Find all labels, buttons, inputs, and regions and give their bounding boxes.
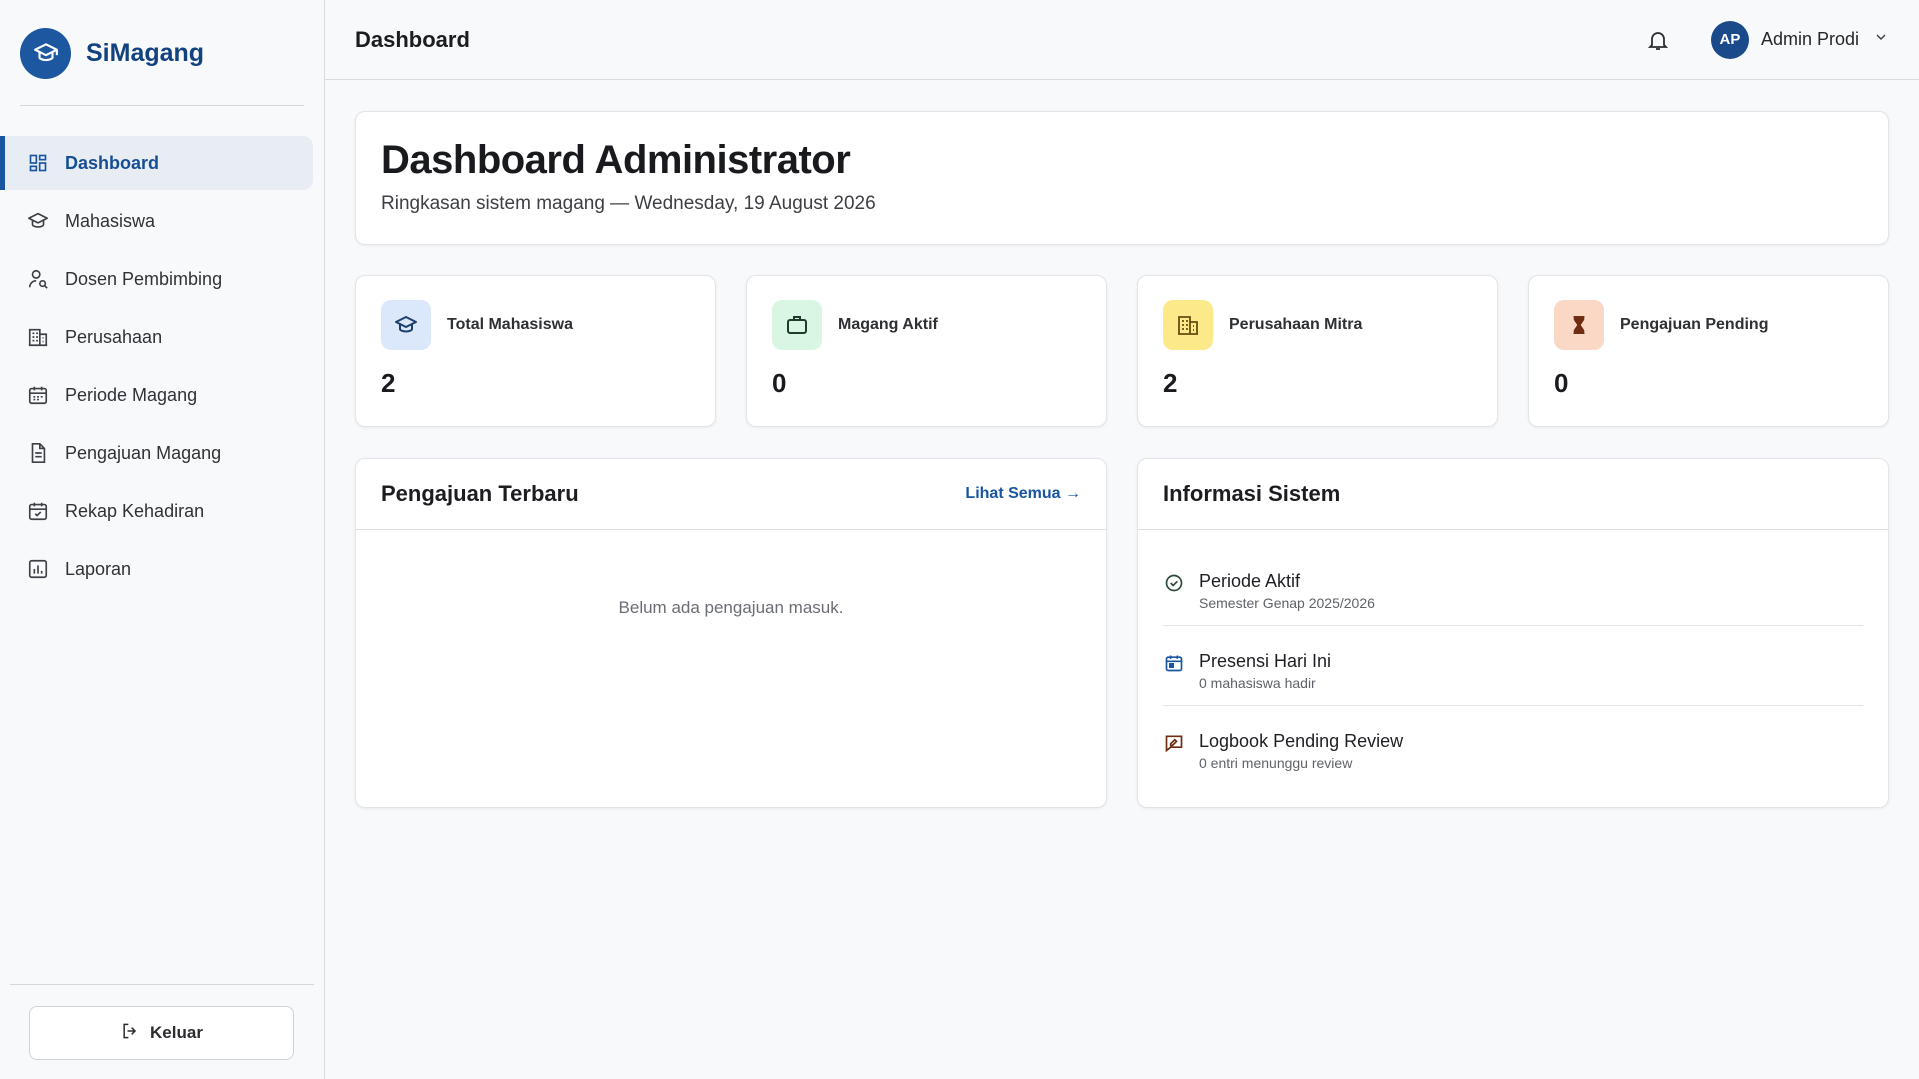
info-item-periode-aktif: Periode Aktif Semester Genap 2025/2026: [1163, 546, 1863, 626]
brand-name: SiMagang: [86, 38, 205, 67]
panel-title: Pengajuan Terbaru: [381, 481, 579, 506]
app-root: SiMagang Dashboard Mahasiswa Dosen Pembi…: [0, 0, 1919, 1079]
info-subtitle: 0 entri menunggu review: [1199, 755, 1353, 771]
graduation-cap-icon: [381, 300, 431, 350]
calendar-icon: [27, 384, 49, 406]
user-menu[interactable]: AP Admin Prodi: [1710, 20, 1889, 59]
sidebar-item-label: Pengajuan Magang: [65, 442, 222, 463]
sidebar-item-perusahaan[interactable]: Perusahaan: [0, 310, 313, 364]
info-title: Logbook Pending Review: [1199, 731, 1404, 751]
hourglass-icon: [1554, 300, 1604, 350]
stat-label: Total Mahasiswa: [447, 316, 573, 333]
user-name: Admin Prodi: [1760, 29, 1859, 49]
stat-value: 2: [381, 368, 396, 398]
sidebar-item-pengajuan-magang[interactable]: Pengajuan Magang: [0, 426, 313, 480]
panel-title: Informasi Sistem: [1163, 481, 1341, 506]
system-info-panel: Informasi Sistem Periode Aktif Semester …: [1137, 458, 1889, 808]
bell-icon[interactable]: [1643, 25, 1673, 55]
sidebar-nav: Dashboard Mahasiswa Dosen Pembimbing Per…: [0, 136, 324, 600]
sidebar: SiMagang Dashboard Mahasiswa Dosen Pembi…: [0, 0, 325, 1079]
logout-icon: [120, 1021, 140, 1046]
dashboard-heading: Dashboard Administrator: [381, 138, 851, 182]
sidebar-item-label: Dosen Pembimbing: [65, 268, 223, 289]
recent-submissions-panel: Pengajuan Terbaru Lihat Semua → Belum ad…: [355, 458, 1107, 808]
stat-value: 2: [1163, 368, 1178, 398]
divider: [20, 105, 304, 106]
stat-card-perusahaan-mitra: Perusahaan Mitra 2: [1137, 275, 1498, 427]
sidebar-item-label: Rekap Kehadiran: [65, 500, 205, 521]
info-subtitle: 0 mahasiswa hadir: [1199, 675, 1316, 691]
topbar: Dashboard AP Admin Prodi: [325, 0, 1919, 80]
chevron-down-icon: [1873, 29, 1889, 50]
stat-value: 0: [772, 368, 787, 398]
sidebar-item-laporan[interactable]: Laporan: [0, 542, 313, 596]
main-content: Dashboard AP Admin Prodi Dashboard Admin…: [325, 0, 1919, 1079]
sidebar-item-label: Periode Magang: [65, 384, 198, 405]
sidebar-item-rekap-kehadiran[interactable]: Rekap Kehadiran: [0, 484, 313, 538]
calendar-today-icon: [1163, 652, 1185, 674]
stat-card-pengajuan-pending: Pengajuan Pending 0: [1528, 275, 1889, 427]
view-all-link[interactable]: Lihat Semua →: [965, 485, 1081, 503]
info-item-logbook: Logbook Pending Review 0 entri menunggu …: [1163, 706, 1863, 785]
empty-state-text: Belum ada pengajuan masuk.: [618, 598, 844, 617]
welcome-card: Dashboard Administrator Ringkasan sistem…: [355, 111, 1889, 245]
check-circle-icon: [1163, 572, 1185, 594]
calendar-check-icon: [27, 500, 49, 522]
page-title: Dashboard: [355, 26, 470, 52]
info-title: Periode Aktif: [1199, 571, 1301, 591]
bar-chart-icon: [27, 558, 49, 580]
sidebar-item-label: Laporan: [65, 558, 132, 579]
topbar-actions: AP Admin Prodi: [1643, 20, 1889, 59]
briefcase-icon: [772, 300, 822, 350]
building-icon: [1163, 300, 1213, 350]
stat-value: 0: [1554, 368, 1569, 398]
document-icon: [27, 442, 49, 464]
logout-label: Keluar: [150, 1023, 203, 1042]
dashboard-subtitle: Ringkasan sistem magang — Wednesday, 19 …: [381, 193, 876, 214]
graduation-cap-icon: [27, 210, 49, 232]
stat-label: Magang Aktif: [838, 316, 938, 333]
sidebar-item-label: Perusahaan: [65, 326, 163, 347]
sidebar-item-mahasiswa[interactable]: Mahasiswa: [0, 194, 313, 248]
sidebar-item-dosen-pembimbing[interactable]: Dosen Pembimbing: [0, 252, 313, 306]
sidebar-item-label: Dashboard: [65, 152, 160, 173]
dashboard-grid-icon: [27, 152, 49, 174]
brand[interactable]: SiMagang: [0, 0, 324, 106]
graduation-cap-icon: [20, 27, 71, 79]
stat-card-total-mahasiswa: Total Mahasiswa 2: [355, 275, 716, 427]
building-icon: [27, 326, 49, 348]
chat-edit-icon: [1163, 732, 1185, 754]
avatar: AP: [1710, 20, 1749, 59]
sidebar-item-dashboard[interactable]: Dashboard: [0, 136, 313, 190]
person-search-icon: [27, 268, 49, 290]
sidebar-item-periode-magang[interactable]: Periode Magang: [0, 368, 313, 422]
sidebar-item-label: Mahasiswa: [65, 210, 156, 231]
divider: [10, 984, 314, 985]
stat-label: Pengajuan Pending: [1620, 316, 1769, 333]
stat-label: Perusahaan Mitra: [1229, 316, 1363, 333]
logout-button[interactable]: Keluar: [29, 1006, 294, 1060]
info-list: Periode Aktif Semester Genap 2025/2026 P…: [1138, 530, 1888, 785]
info-subtitle: Semester Genap 2025/2026: [1199, 595, 1375, 611]
stat-card-magang-aktif: Magang Aktif 0: [746, 275, 1107, 427]
info-item-presensi: Presensi Hari Ini 0 mahasiswa hadir: [1163, 626, 1863, 706]
info-title: Presensi Hari Ini: [1199, 651, 1332, 671]
